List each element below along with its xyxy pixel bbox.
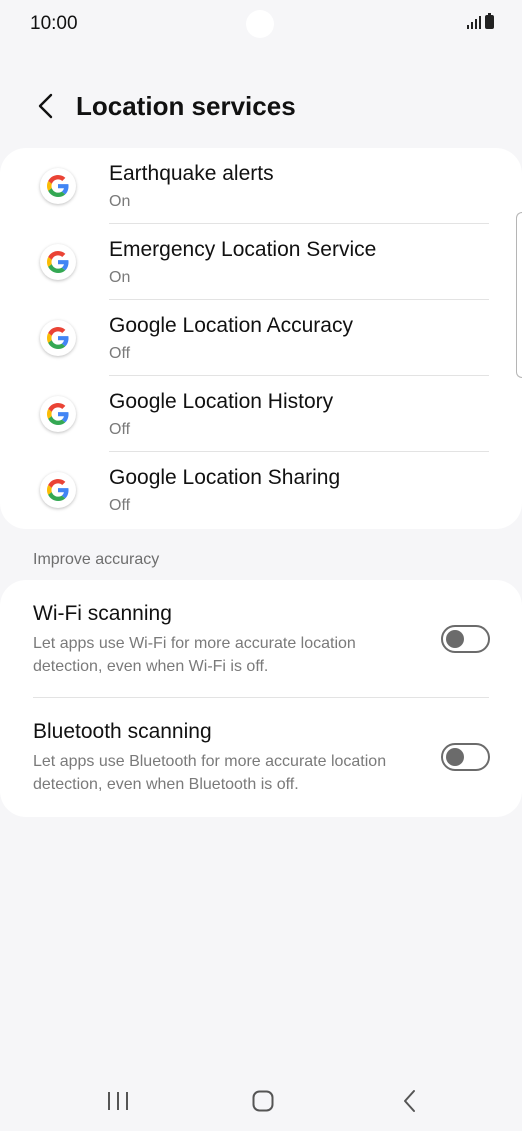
service-emergency-location[interactable]: Emergency Location Service On	[0, 224, 522, 300]
google-g-icon	[40, 320, 76, 356]
navigation-bar	[0, 1067, 522, 1131]
service-status: Off	[109, 497, 131, 514]
toggle-knob	[446, 748, 464, 766]
bluetooth-scanning-toggle[interactable]	[441, 743, 490, 771]
header: Location services	[0, 80, 522, 132]
service-google-location-history[interactable]: Google Location History Off	[0, 376, 522, 452]
status-icons	[467, 13, 494, 29]
recent-apps-icon	[108, 1092, 128, 1110]
home-button[interactable]	[243, 1081, 283, 1121]
service-google-location-accuracy[interactable]: Google Location Accuracy Off	[0, 300, 522, 376]
wifi-scanning-row[interactable]: Wi-Fi scanning Let apps use Wi-Fi for mo…	[0, 580, 522, 698]
battery-icon	[485, 13, 494, 29]
wifi-scanning-description: Let apps use Wi-Fi for more accurate loc…	[33, 635, 356, 675]
toggle-knob	[446, 630, 464, 648]
services-card: Earthquake alerts On Emergency Location …	[0, 148, 522, 529]
service-title: Google Location History	[109, 390, 334, 413]
bluetooth-scanning-description: Let apps use Bluetooth for more accurate…	[33, 753, 387, 793]
wifi-scanning-toggle[interactable]	[441, 625, 490, 653]
google-g-icon	[40, 244, 76, 280]
service-status: Off	[109, 345, 131, 362]
service-status: On	[109, 269, 131, 286]
chevron-left-icon	[38, 93, 53, 119]
service-title: Emergency Location Service	[109, 238, 377, 261]
bluetooth-scanning-row[interactable]: Bluetooth scanning Let apps use Bluetoot…	[0, 698, 522, 816]
status-time: 10:00	[30, 13, 78, 34]
service-google-location-sharing[interactable]: Google Location Sharing Off	[0, 452, 522, 528]
nav-back-button[interactable]	[390, 1081, 430, 1121]
service-earthquake-alerts[interactable]: Earthquake alerts On	[0, 148, 522, 224]
service-title: Earthquake alerts	[109, 162, 274, 185]
scrollbar[interactable]	[516, 212, 522, 378]
status-bar: 10:00	[0, 0, 522, 48]
bluetooth-scanning-title: Bluetooth scanning	[33, 720, 212, 743]
page-title: Location services	[76, 90, 296, 121]
home-icon	[252, 1090, 274, 1112]
service-title: Google Location Accuracy	[109, 314, 353, 337]
back-button[interactable]	[26, 86, 66, 126]
google-g-icon	[40, 168, 76, 204]
wifi-scanning-title: Wi-Fi scanning	[33, 602, 172, 625]
section-header-improve-accuracy: Improve accuracy	[33, 551, 160, 568]
recent-apps-button[interactable]	[98, 1081, 138, 1121]
service-status: Off	[109, 421, 131, 438]
service-status: On	[109, 193, 131, 210]
google-g-icon	[40, 396, 76, 432]
service-title: Google Location Sharing	[109, 466, 341, 489]
google-g-icon	[40, 472, 76, 508]
signal-icon	[467, 15, 481, 29]
back-icon	[404, 1090, 415, 1112]
camera-cutout	[246, 10, 274, 38]
improve-accuracy-card: Wi-Fi scanning Let apps use Wi-Fi for mo…	[0, 580, 522, 817]
